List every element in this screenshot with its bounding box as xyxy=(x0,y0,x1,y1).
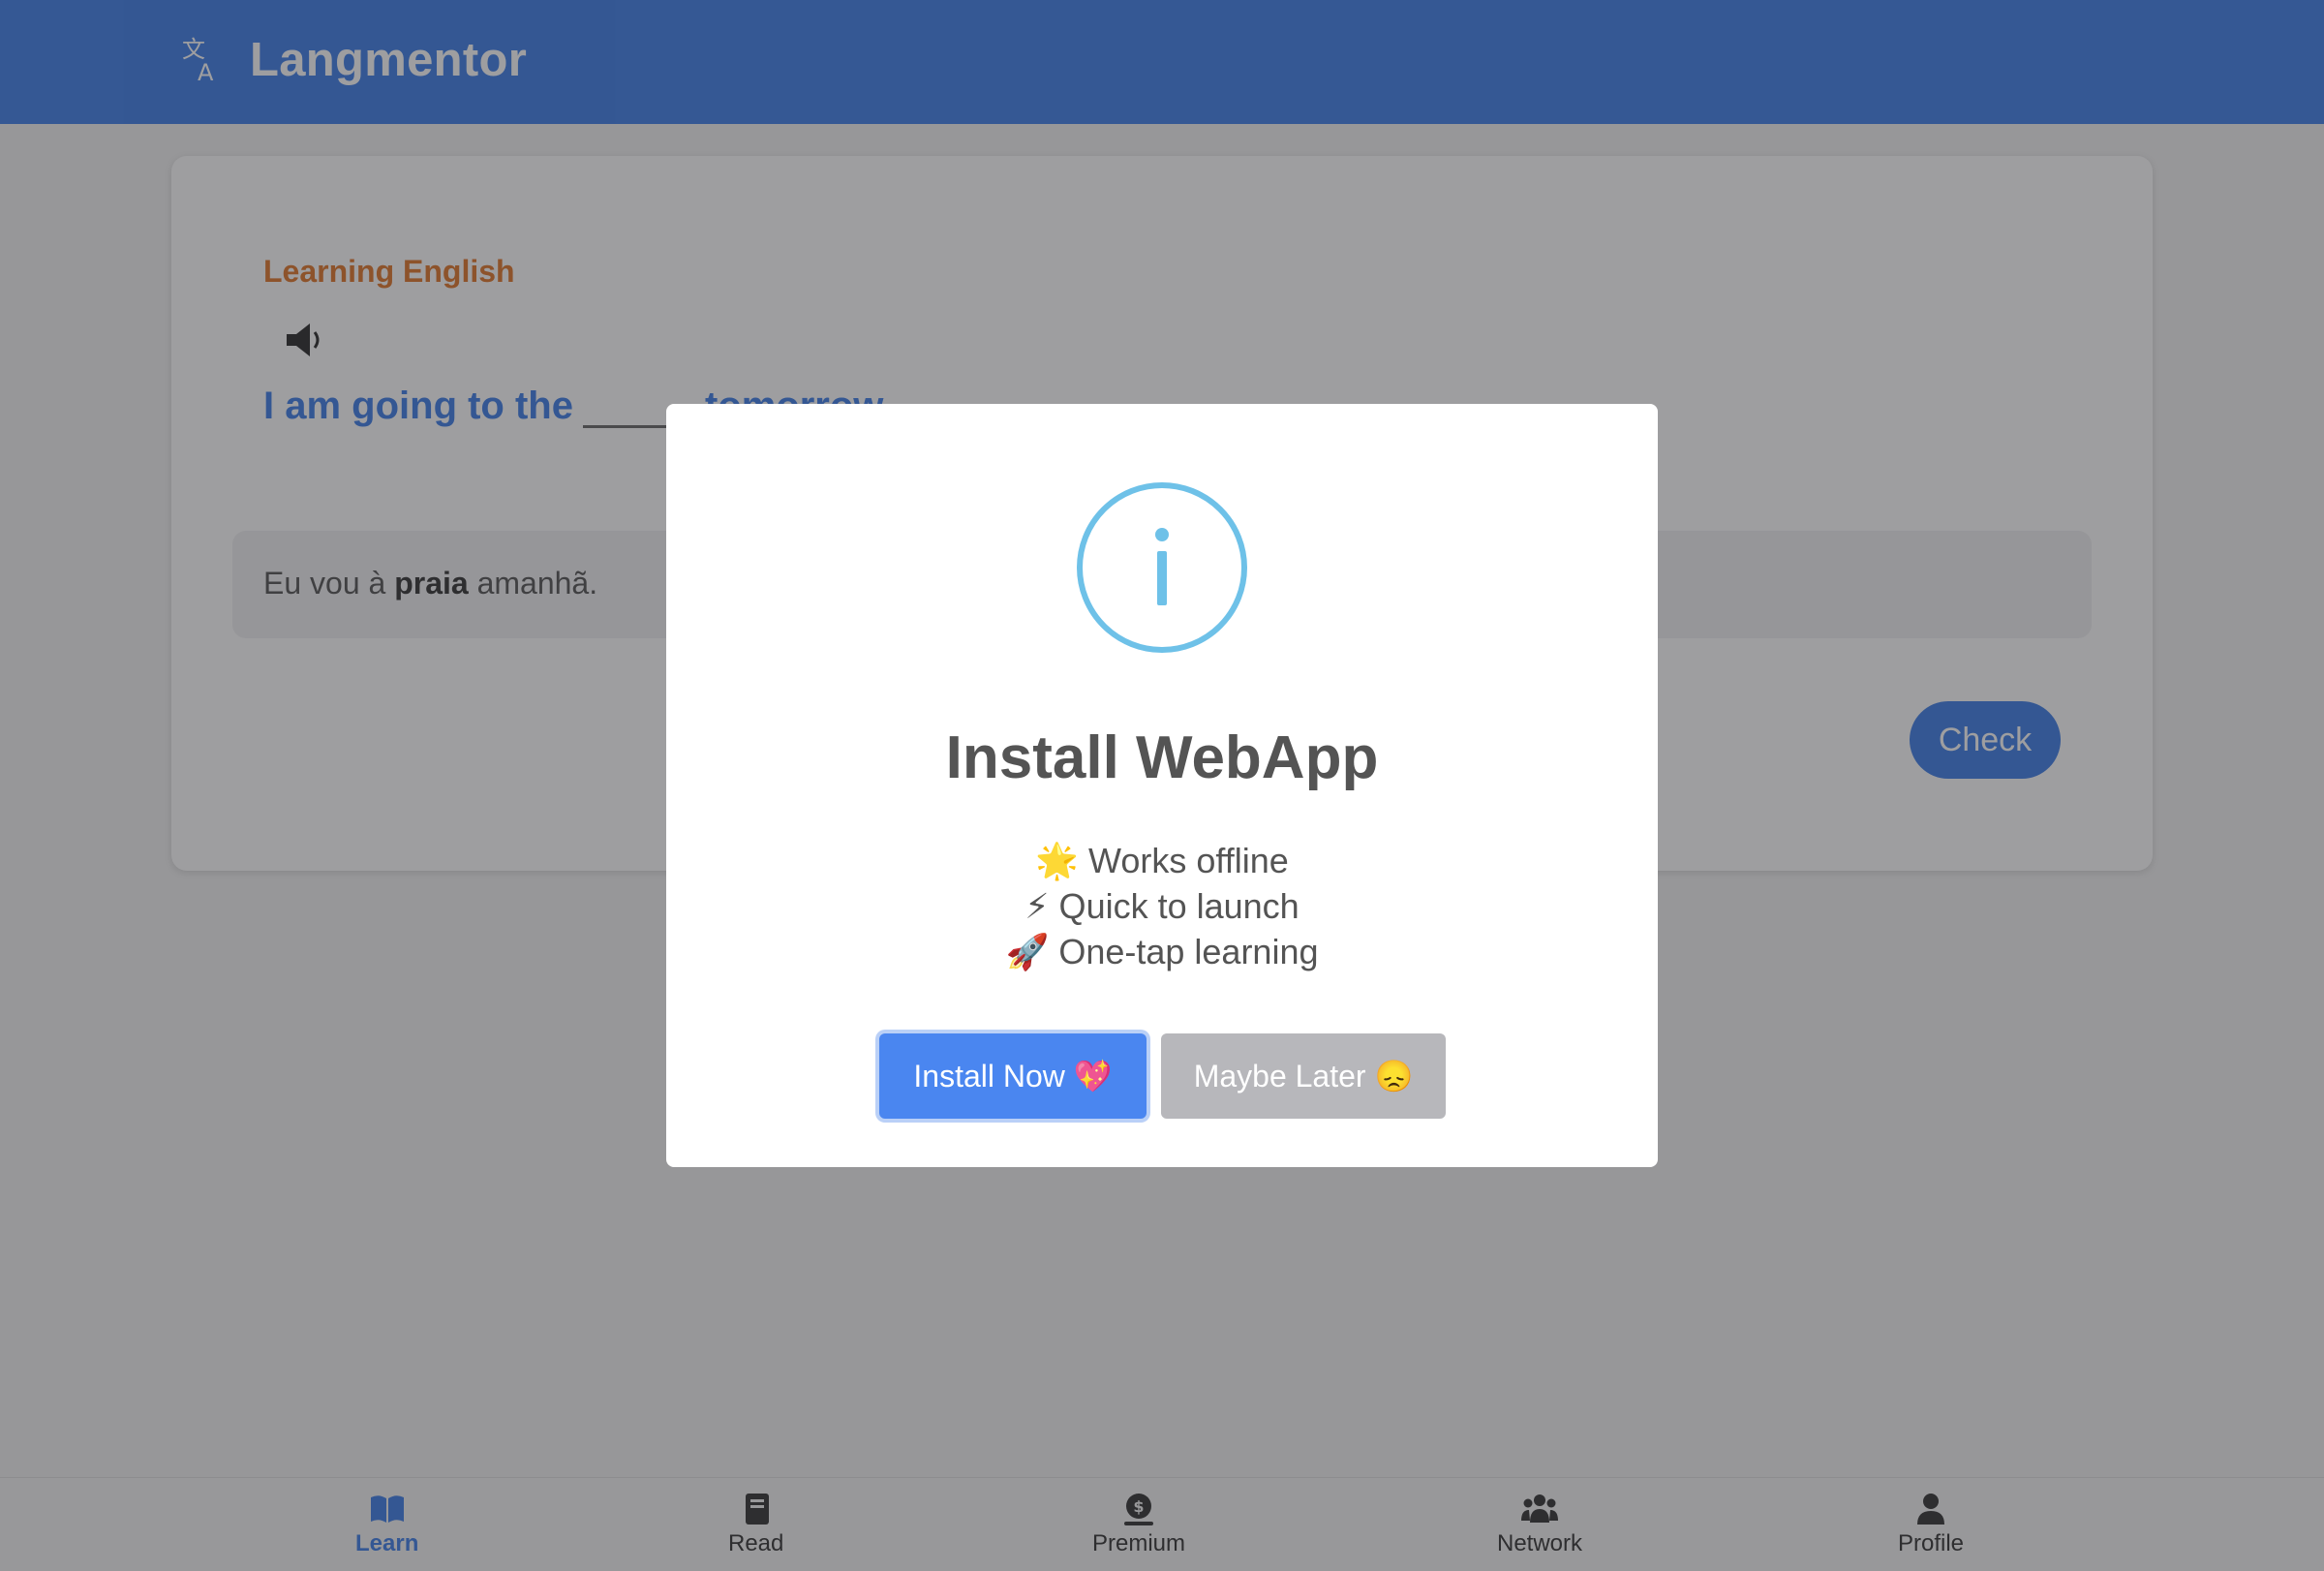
info-icon xyxy=(1077,482,1247,653)
feature-list: 🌟 Works offline ⚡ Quick to launch 🚀 One-… xyxy=(666,838,1658,974)
install-now-button[interactable]: Install Now 💖 xyxy=(879,1033,1147,1119)
feature-item: 🚀 One-tap learning xyxy=(1005,932,1319,971)
dialog-title: Install WebApp xyxy=(945,724,1379,791)
app-page: 文 A Langmentor Learning English I am goi… xyxy=(0,0,2324,1571)
install-dialog: Install WebApp 🌟 Works offline ⚡ Quick t… xyxy=(666,404,1658,1167)
maybe-later-button[interactable]: Maybe Later 😞 xyxy=(1161,1033,1446,1119)
modal-backdrop[interactable]: Install WebApp 🌟 Works offline ⚡ Quick t… xyxy=(0,0,2324,1571)
feature-item: ⚡ Quick to launch xyxy=(1024,886,1300,926)
feature-item: 🌟 Works offline xyxy=(1035,841,1289,880)
